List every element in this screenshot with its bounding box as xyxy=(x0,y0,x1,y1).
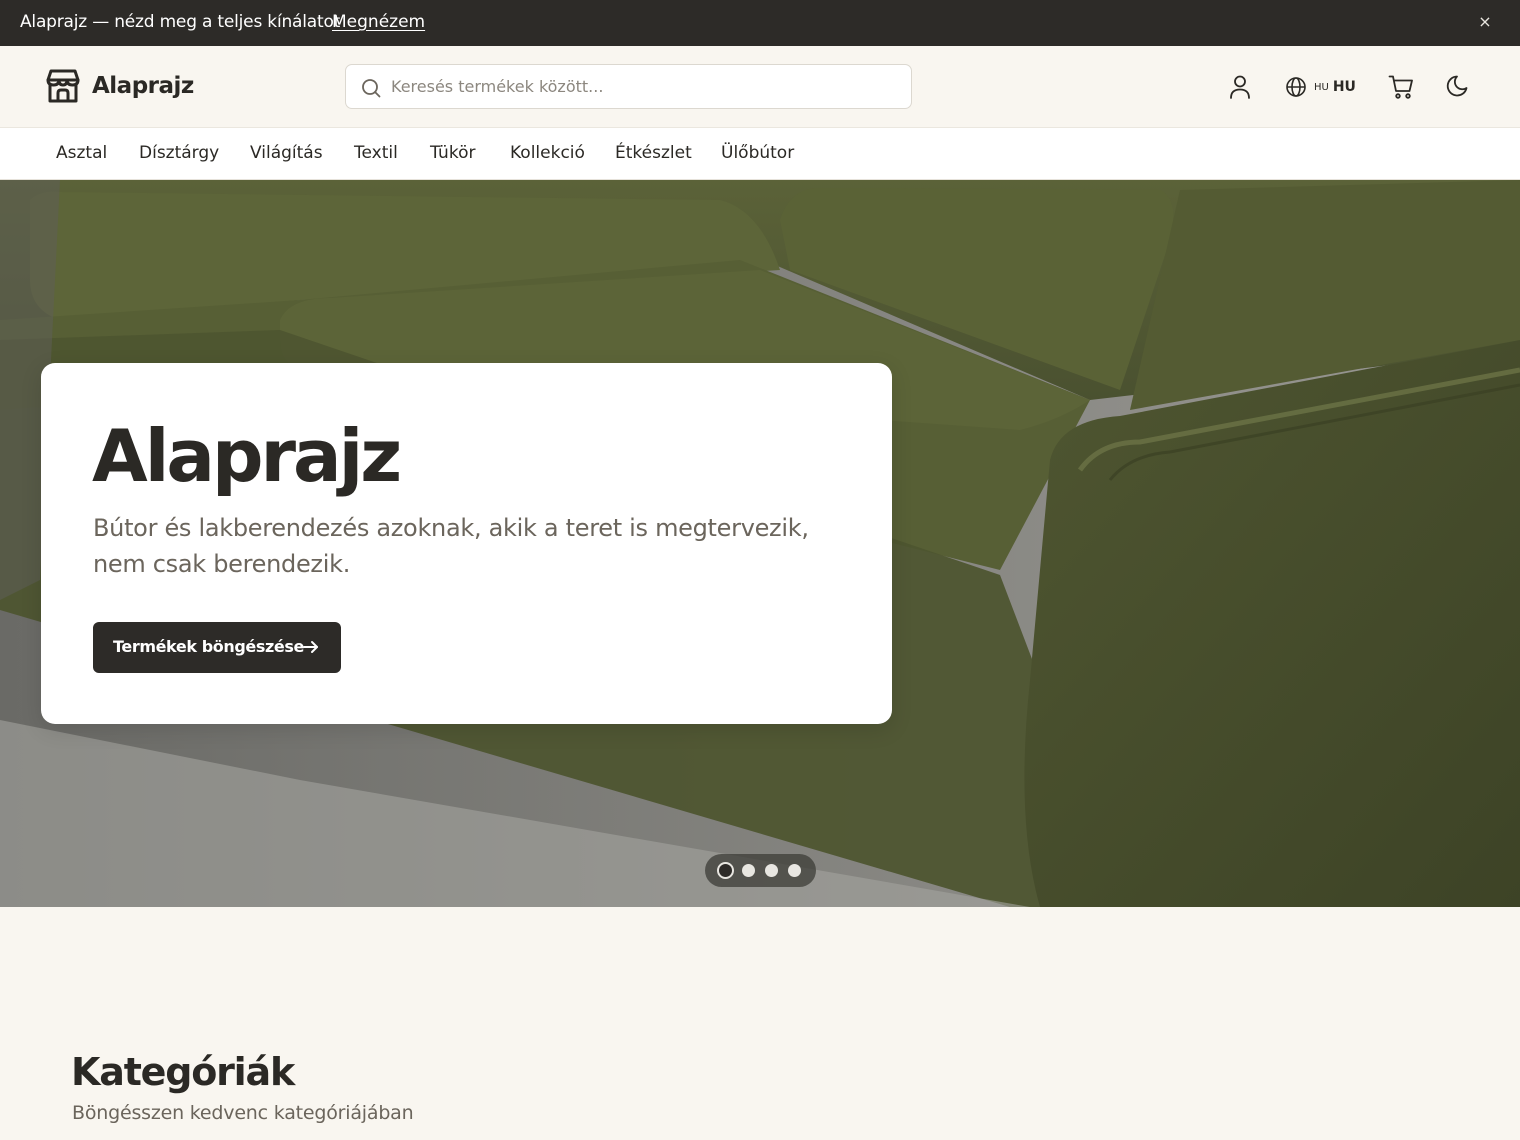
hero-title: Alaprajz xyxy=(92,414,402,498)
carousel-dot-3[interactable] xyxy=(765,864,778,877)
hero-carousel: Alaprajz Bútor és lakberendezés azoknak,… xyxy=(0,180,1520,907)
moon-icon[interactable] xyxy=(1444,74,1469,99)
store-icon xyxy=(46,69,80,103)
announcement-link[interactable]: Megnézem xyxy=(332,12,425,32)
brand-name: Alaprajz xyxy=(92,73,194,99)
carousel-dot-2[interactable] xyxy=(742,864,755,877)
nav-item-asztal[interactable]: Asztal xyxy=(56,143,107,163)
browse-products-label: Termékek böngészése xyxy=(113,637,304,656)
nav-item-tukor[interactable]: Tükör xyxy=(430,143,475,163)
category-nav: Asztal Dísztárgy Világítás Textil Tükör … xyxy=(0,128,1520,180)
carousel-dot-1[interactable] xyxy=(717,862,734,879)
language-code: HU xyxy=(1332,79,1356,95)
nav-item-disztargy[interactable]: Dísztárgy xyxy=(139,143,219,163)
user-icon[interactable] xyxy=(1228,74,1252,100)
nav-item-etkeszlet[interactable]: Étkészlet xyxy=(615,143,692,163)
nav-item-textil[interactable]: Textil xyxy=(354,143,398,163)
announcement-text: Alaprajz — nézd meg a teljes kínálatot xyxy=(20,12,341,32)
globe-icon xyxy=(1286,77,1306,97)
close-icon[interactable]: × xyxy=(1476,12,1494,32)
nav-item-kollekcio[interactable]: Kollekció xyxy=(510,143,585,163)
announcement-bar: Alaprajz — nézd meg a teljes kínálatot M… xyxy=(0,0,1520,46)
arrow-right-icon xyxy=(303,641,318,653)
categories-title: Kategóriák xyxy=(71,1050,295,1094)
search-input[interactable] xyxy=(391,65,901,108)
categories-subtitle: Böngésszen kedvenc kategóriájában xyxy=(72,1102,414,1124)
carousel-dot-4[interactable] xyxy=(788,864,801,877)
carousel-dots xyxy=(705,854,816,887)
brand-logo[interactable]: Alaprajz xyxy=(46,68,194,104)
language-switcher[interactable]: HU HU xyxy=(1285,75,1356,99)
search-icon xyxy=(362,79,381,98)
language-code-small: HU xyxy=(1314,81,1329,93)
browse-products-button[interactable]: Termékek böngészése xyxy=(93,622,341,673)
cart-icon[interactable] xyxy=(1388,74,1414,100)
nav-item-ulobutor[interactable]: Ülőbútor xyxy=(721,143,794,163)
hero-subtitle: Bútor és lakberendezés azoknak, akik a t… xyxy=(93,514,809,578)
hero-card: Alaprajz Bútor és lakberendezés azoknak,… xyxy=(41,363,892,724)
site-header: Alaprajz HU HU xyxy=(0,46,1520,128)
search-bar xyxy=(345,64,912,109)
nav-item-vilagitas[interactable]: Világítás xyxy=(250,143,323,163)
